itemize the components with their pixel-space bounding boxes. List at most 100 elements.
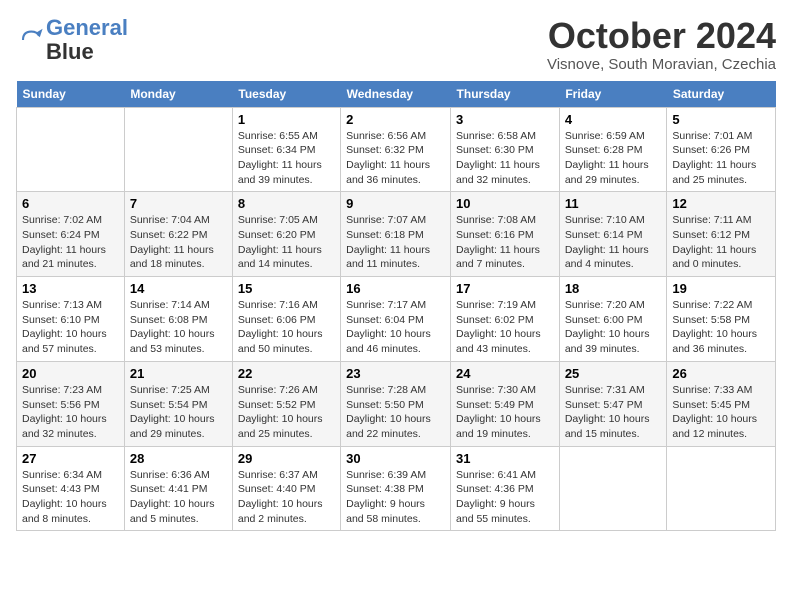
day-info: Sunrise: 6:58 AM Sunset: 6:30 PM Dayligh… bbox=[456, 129, 554, 188]
day-info: Sunrise: 6:36 AM Sunset: 4:41 PM Dayligh… bbox=[130, 468, 227, 527]
weekday-header-sunday: Sunday bbox=[17, 81, 125, 108]
calendar-cell: 13Sunrise: 7:13 AM Sunset: 6:10 PM Dayli… bbox=[17, 277, 125, 362]
calendar-cell: 26 Sunrise: 7:33 AM Sunset: 5:45 PM Dayli… bbox=[667, 361, 776, 446]
calendar-cell: 18 Sunrise: 7:20 AM Sunset: 6:00 PM Dayli… bbox=[559, 277, 667, 362]
day-number: 22 bbox=[238, 366, 335, 381]
calendar-cell: 22 Sunrise: 7:26 AM Sunset: 5:52 PM Dayli… bbox=[232, 361, 340, 446]
calendar-cell: 31 Sunrise: 6:41 AM Sunset: 4:36 PM Dayli… bbox=[451, 446, 560, 531]
day-number: 16 bbox=[346, 281, 445, 296]
day-number: 25 bbox=[565, 366, 662, 381]
month-title: October 2024 bbox=[547, 16, 776, 56]
calendar-cell: 8 Sunrise: 7:05 AM Sunset: 6:20 PM Daylig… bbox=[232, 192, 340, 277]
calendar-cell: 4 Sunrise: 6:59 AM Sunset: 6:28 PM Daylig… bbox=[559, 107, 667, 192]
day-number: 2 bbox=[346, 112, 445, 127]
day-info: Sunrise: 6:37 AM Sunset: 4:40 PM Dayligh… bbox=[238, 468, 335, 527]
day-number: 13 bbox=[22, 281, 119, 296]
calendar-cell: 30Sunrise: 6:39 AM Sunset: 4:38 PM Dayli… bbox=[341, 446, 451, 531]
day-number: 27 bbox=[22, 451, 119, 466]
weekday-header-wednesday: Wednesday bbox=[341, 81, 451, 108]
week-row-2: 6 Sunrise: 7:02 AM Sunset: 6:24 PM Daylig… bbox=[17, 192, 776, 277]
day-info: Sunrise: 7:07 AM Sunset: 6:18 PM Dayligh… bbox=[346, 213, 445, 272]
calendar-cell: 1 Sunrise: 6:55 AM Sunset: 6:34 PM Daylig… bbox=[232, 107, 340, 192]
day-info: Sunrise: 7:26 AM Sunset: 5:52 PM Dayligh… bbox=[238, 383, 335, 442]
day-number: 10 bbox=[456, 196, 554, 211]
day-info: Sunrise: 7:22 AM Sunset: 5:58 PM Dayligh… bbox=[672, 298, 770, 357]
day-number: 17 bbox=[456, 281, 554, 296]
day-number: 26 bbox=[672, 366, 770, 381]
location: Visnove, South Moravian, Czechia bbox=[547, 56, 776, 73]
calendar-cell: 9 Sunrise: 7:07 AM Sunset: 6:18 PM Daylig… bbox=[341, 192, 451, 277]
calendar-cell: 17 Sunrise: 7:19 AM Sunset: 6:02 PM Dayli… bbox=[451, 277, 560, 362]
calendar-cell: 15 Sunrise: 7:16 AM Sunset: 6:06 PM Dayli… bbox=[232, 277, 340, 362]
logo-general: General bbox=[46, 15, 128, 40]
weekday-header-tuesday: Tuesday bbox=[232, 81, 340, 108]
calendar-cell: 14 Sunrise: 7:14 AM Sunset: 6:08 PM Dayli… bbox=[124, 277, 232, 362]
day-number: 7 bbox=[130, 196, 227, 211]
day-number: 4 bbox=[565, 112, 662, 127]
day-number: 8 bbox=[238, 196, 335, 211]
day-info: Sunrise: 7:16 AM Sunset: 6:06 PM Dayligh… bbox=[238, 298, 335, 357]
logo: General Blue bbox=[16, 16, 128, 64]
day-info: Sunrise: 7:33 AM Sunset: 5:45 PM Dayligh… bbox=[672, 383, 770, 442]
day-info: Sunrise: 7:17 AM Sunset: 6:04 PM Dayligh… bbox=[346, 298, 445, 357]
day-info: Sunrise: 7:23 AM Sunset: 5:56 PM Dayligh… bbox=[22, 383, 119, 442]
calendar-cell: 24 Sunrise: 7:30 AM Sunset: 5:49 PM Dayli… bbox=[451, 361, 560, 446]
weekday-header-saturday: Saturday bbox=[667, 81, 776, 108]
logo-icon bbox=[16, 26, 44, 54]
day-info: Sunrise: 7:05 AM Sunset: 6:20 PM Dayligh… bbox=[238, 213, 335, 272]
calendar-cell: 20Sunrise: 7:23 AM Sunset: 5:56 PM Dayli… bbox=[17, 361, 125, 446]
calendar-cell: 6 Sunrise: 7:02 AM Sunset: 6:24 PM Daylig… bbox=[17, 192, 125, 277]
day-number: 28 bbox=[130, 451, 227, 466]
day-number: 23 bbox=[346, 366, 445, 381]
day-info: Sunrise: 7:10 AM Sunset: 6:14 PM Dayligh… bbox=[565, 213, 662, 272]
day-info: Sunrise: 6:59 AM Sunset: 6:28 PM Dayligh… bbox=[565, 129, 662, 188]
day-number: 1 bbox=[238, 112, 335, 127]
calendar-cell: 2Sunrise: 6:56 AM Sunset: 6:32 PM Daylig… bbox=[341, 107, 451, 192]
day-info: Sunrise: 7:19 AM Sunset: 6:02 PM Dayligh… bbox=[456, 298, 554, 357]
day-info: Sunrise: 7:20 AM Sunset: 6:00 PM Dayligh… bbox=[565, 298, 662, 357]
day-info: Sunrise: 7:28 AM Sunset: 5:50 PM Dayligh… bbox=[346, 383, 445, 442]
day-number: 12 bbox=[672, 196, 770, 211]
day-number: 30 bbox=[346, 451, 445, 466]
calendar-cell: 7Sunrise: 7:04 AM Sunset: 6:22 PM Daylig… bbox=[124, 192, 232, 277]
calendar-cell: 21Sunrise: 7:25 AM Sunset: 5:54 PM Dayli… bbox=[124, 361, 232, 446]
calendar-cell: 19Sunrise: 7:22 AM Sunset: 5:58 PM Dayli… bbox=[667, 277, 776, 362]
day-number: 24 bbox=[456, 366, 554, 381]
day-number: 29 bbox=[238, 451, 335, 466]
week-row-5: 27Sunrise: 6:34 AM Sunset: 4:43 PM Dayli… bbox=[17, 446, 776, 531]
day-number: 14 bbox=[130, 281, 227, 296]
calendar-cell bbox=[559, 446, 667, 531]
day-number: 6 bbox=[22, 196, 119, 211]
weekday-header-monday: Monday bbox=[124, 81, 232, 108]
day-info: Sunrise: 6:55 AM Sunset: 6:34 PM Dayligh… bbox=[238, 129, 335, 188]
logo-blue: Blue bbox=[46, 39, 94, 64]
week-row-3: 13Sunrise: 7:13 AM Sunset: 6:10 PM Dayli… bbox=[17, 277, 776, 362]
day-info: Sunrise: 7:31 AM Sunset: 5:47 PM Dayligh… bbox=[565, 383, 662, 442]
title-block: October 2024 Visnove, South Moravian, Cz… bbox=[547, 16, 776, 73]
calendar-cell: 10 Sunrise: 7:08 AM Sunset: 6:16 PM Dayli… bbox=[451, 192, 560, 277]
day-info: Sunrise: 7:14 AM Sunset: 6:08 PM Dayligh… bbox=[130, 298, 227, 357]
calendar-cell: 28 Sunrise: 6:36 AM Sunset: 4:41 PM Dayli… bbox=[124, 446, 232, 531]
day-number: 11 bbox=[565, 196, 662, 211]
day-info: Sunrise: 7:30 AM Sunset: 5:49 PM Dayligh… bbox=[456, 383, 554, 442]
calendar-cell: 12 Sunrise: 7:11 AM Sunset: 6:12 PM Dayli… bbox=[667, 192, 776, 277]
day-number: 3 bbox=[456, 112, 554, 127]
calendar-cell: 27Sunrise: 6:34 AM Sunset: 4:43 PM Dayli… bbox=[17, 446, 125, 531]
calendar-cell: 29 Sunrise: 6:37 AM Sunset: 4:40 PM Dayli… bbox=[232, 446, 340, 531]
calendar-table: SundayMondayTuesdayWednesdayThursdayFrid… bbox=[16, 81, 776, 532]
day-info: Sunrise: 7:11 AM Sunset: 6:12 PM Dayligh… bbox=[672, 213, 770, 272]
weekday-header-thursday: Thursday bbox=[451, 81, 560, 108]
weekday-header-friday: Friday bbox=[559, 81, 667, 108]
day-info: Sunrise: 7:02 AM Sunset: 6:24 PM Dayligh… bbox=[22, 213, 119, 272]
week-row-4: 20Sunrise: 7:23 AM Sunset: 5:56 PM Dayli… bbox=[17, 361, 776, 446]
page-header: General Blue October 2024 Visnove, South… bbox=[16, 16, 776, 73]
day-info: Sunrise: 7:08 AM Sunset: 6:16 PM Dayligh… bbox=[456, 213, 554, 272]
logo-text: General Blue bbox=[46, 16, 128, 64]
day-number: 15 bbox=[238, 281, 335, 296]
day-info: Sunrise: 6:41 AM Sunset: 4:36 PM Dayligh… bbox=[456, 468, 554, 527]
day-number: 9 bbox=[346, 196, 445, 211]
day-number: 18 bbox=[565, 281, 662, 296]
calendar-cell bbox=[667, 446, 776, 531]
calendar-cell bbox=[17, 107, 125, 192]
day-number: 31 bbox=[456, 451, 554, 466]
